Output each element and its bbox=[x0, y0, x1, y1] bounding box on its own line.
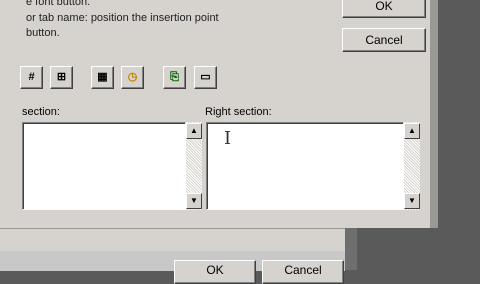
dialog-edge bbox=[430, 0, 438, 228]
center-section-label: section: bbox=[22, 106, 60, 118]
center-scroll-up-icon[interactable]: ▲ bbox=[186, 123, 202, 139]
lower-cancel-button[interactable]: Cancel bbox=[262, 260, 344, 284]
parent-dialog-strip bbox=[0, 228, 345, 251]
right-section-label: Right section: bbox=[205, 106, 272, 118]
ok-button[interactable]: OK bbox=[342, 0, 426, 18]
page-number-icon[interactable]: # bbox=[20, 66, 43, 89]
instruction-line-3: button. bbox=[26, 27, 60, 39]
date-icon[interactable]: ▦ bbox=[91, 66, 114, 89]
lower-ok-button[interactable]: OK bbox=[174, 260, 256, 284]
right-scroll-up-icon[interactable]: ▲ bbox=[404, 123, 420, 139]
center-section-input[interactable] bbox=[22, 122, 186, 210]
instruction-line-2: or tab name: position the insertion poin… bbox=[26, 12, 219, 24]
file-name-icon[interactable]: ⎘ bbox=[163, 66, 186, 89]
right-scroll-down-icon[interactable]: ▼ bbox=[404, 193, 420, 209]
time-icon[interactable]: ◷ bbox=[121, 66, 144, 89]
cancel-button[interactable]: Cancel bbox=[342, 28, 426, 52]
center-scroll-down-icon[interactable]: ▼ bbox=[186, 193, 202, 209]
sheet-name-icon[interactable]: ▭ bbox=[194, 66, 217, 89]
text-cursor-icon: I bbox=[224, 128, 232, 149]
right-section-input[interactable] bbox=[206, 122, 404, 210]
total-pages-icon[interactable]: ⊞ bbox=[50, 66, 73, 89]
instruction-line-1: e font button. bbox=[26, 0, 91, 8]
